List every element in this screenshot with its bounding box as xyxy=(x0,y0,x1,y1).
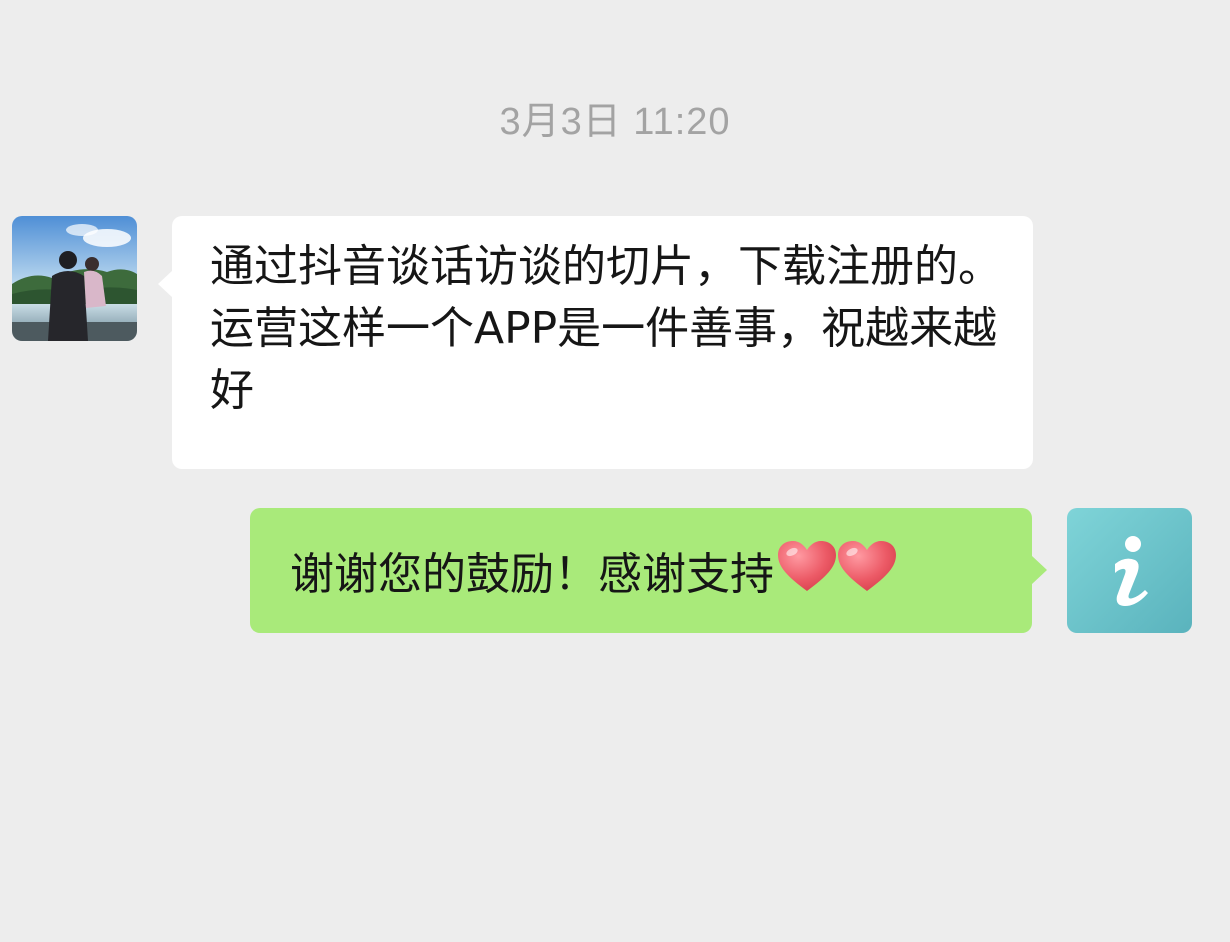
incoming-message-text: 通过抖音谈话访谈的切片，下载注册的。运营这样一个APP是一件善事，祝越来越好 xyxy=(210,241,1002,416)
contact-avatar-photo xyxy=(12,216,137,341)
heart-emoji-icon xyxy=(838,541,896,591)
heart-emoji-icon xyxy=(778,541,836,591)
info-icon xyxy=(1115,536,1148,606)
contact-avatar[interactable] xyxy=(12,216,137,341)
outgoing-message-text: 谢谢您的鼓励！感谢支持 xyxy=(290,549,774,600)
incoming-message-bubble[interactable]: 通过抖音谈话访谈的切片，下载注册的。运营这样一个APP是一件善事，祝越来越好 xyxy=(158,216,1033,469)
message-timestamp: 3月3日 11:20 xyxy=(499,101,731,143)
outgoing-message-bubble[interactable]: 谢谢您的鼓励！感谢支持 xyxy=(250,508,1047,633)
my-avatar[interactable] xyxy=(1067,508,1192,633)
